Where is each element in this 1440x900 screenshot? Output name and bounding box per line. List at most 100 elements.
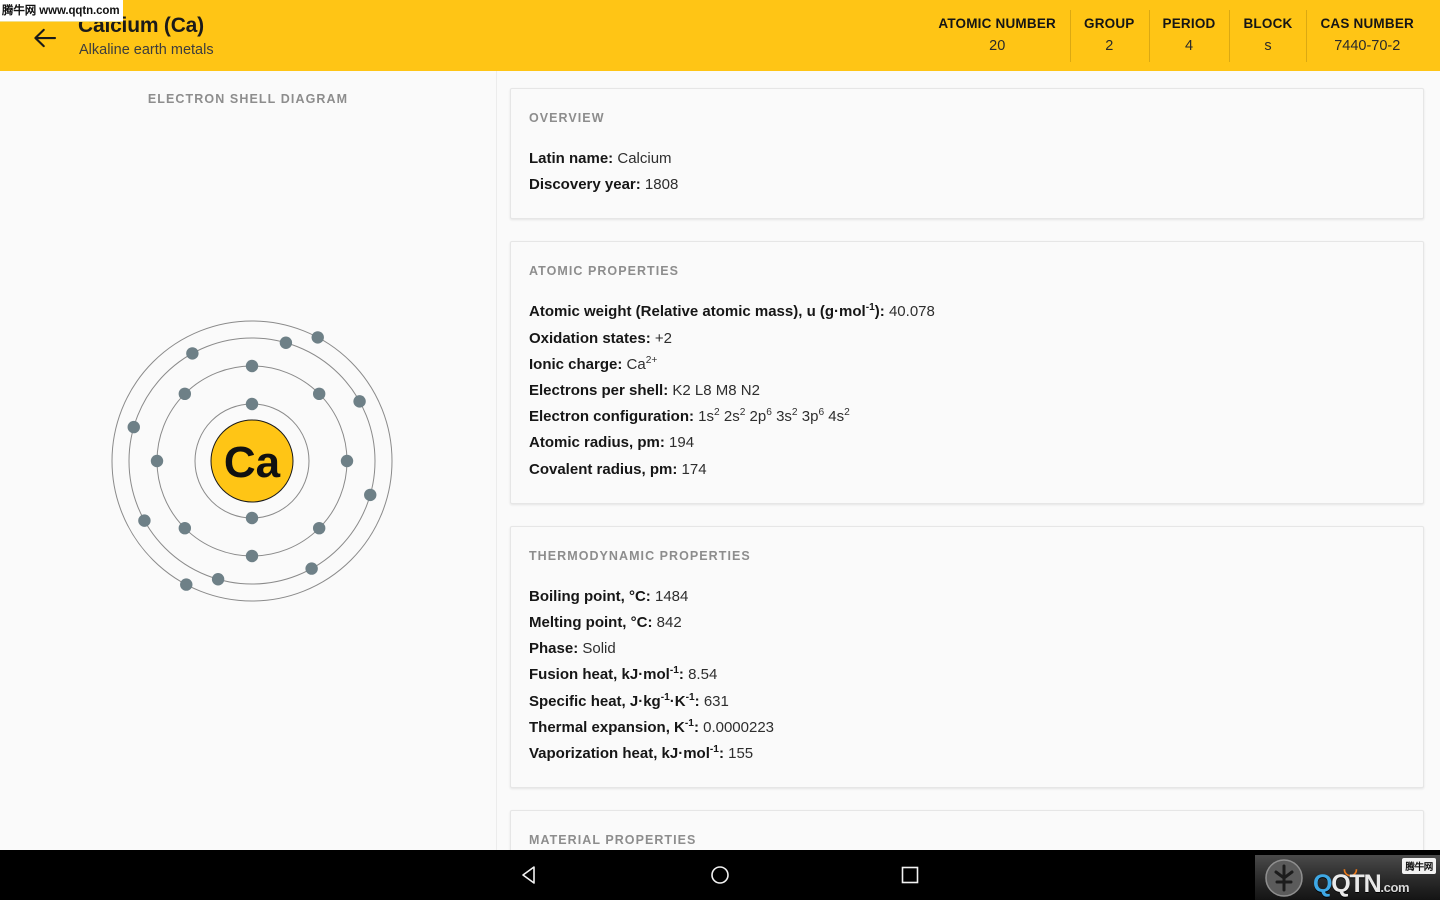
property-value: 1484 xyxy=(651,588,689,605)
stat-label: GROUP xyxy=(1084,14,1135,34)
property-value: Calcium xyxy=(613,150,671,167)
stat-value: 20 xyxy=(938,34,1056,58)
qqtn-bull-logo-icon xyxy=(1261,858,1307,898)
watermark-logo-text: QQTN.com xyxy=(1313,870,1409,899)
property-key: Discovery year: xyxy=(529,176,641,193)
property-value: 842 xyxy=(652,614,681,631)
property-cards: OVERVIEW Latin name: Calcium Discovery yea… xyxy=(498,71,1440,850)
property-row: Covalent radius, pm: 174 xyxy=(529,457,1405,483)
property-key: Atomic radius, pm: xyxy=(529,434,665,451)
electron-dot xyxy=(186,347,198,359)
property-value: 174 xyxy=(677,461,706,478)
electron-dot xyxy=(313,388,325,400)
electron-dot xyxy=(128,421,140,433)
property-key: Electron configuration: xyxy=(529,408,694,425)
stat-label: CAS NUMBER xyxy=(1320,14,1414,34)
stat-label: BLOCK xyxy=(1243,14,1292,34)
nav-home-button[interactable] xyxy=(625,850,815,900)
android-nav-bar xyxy=(0,850,1440,900)
property-value: K2 L8 M8 N2 xyxy=(668,382,760,399)
property-value: Solid xyxy=(578,640,616,657)
property-value: 0.0000223 xyxy=(699,719,774,736)
property-row: Oxidation states: +2 xyxy=(529,326,1405,352)
electron-dot xyxy=(179,388,191,400)
property-key: Vaporization heat, kJ·mol-1: xyxy=(529,745,724,762)
electron-dot xyxy=(138,514,150,526)
stat-label: ATOMIC NUMBER xyxy=(938,14,1056,34)
property-row: Ionic charge: Ca2+ xyxy=(529,352,1405,378)
electron-dot xyxy=(179,522,191,534)
property-row: Phase: Solid xyxy=(529,636,1405,662)
card-atomic-properties: ATOMIC PROPERTIES Atomic weight (Relative… xyxy=(510,241,1424,503)
property-row: Atomic weight (Relative atomic mass), u … xyxy=(529,299,1405,325)
property-key: Melting point, °C: xyxy=(529,614,652,631)
nav-recents-button[interactable] xyxy=(815,850,1005,900)
app-screen: Calcium (Ca) Alkaline earth metals ATOMI… xyxy=(0,0,1440,900)
electron-dot xyxy=(246,512,258,524)
stat-value: 2 xyxy=(1084,34,1135,58)
electron-dot xyxy=(364,489,376,501)
property-value: Ca2+ xyxy=(622,356,657,373)
shell-diagram-panel: ELECTRON SHELL DIAGRAM Ca xyxy=(0,71,497,850)
card-title: ATOMIC PROPERTIES xyxy=(529,264,1405,278)
electron-dot xyxy=(341,455,353,467)
electron-shell-diagram: Ca xyxy=(97,306,407,616)
card-overview: OVERVIEW Latin name: Calcium Discovery yea… xyxy=(510,88,1424,219)
stat-atomic-number: ATOMIC NUMBER20 xyxy=(924,8,1070,64)
property-key: Thermal expansion, K-1: xyxy=(529,719,699,736)
electron-dot xyxy=(313,522,325,534)
watermark-top: 腾牛网 www.qqtn.com xyxy=(0,0,123,22)
property-key: Fusion heat, kJ·mol-1: xyxy=(529,666,684,683)
triangle-back-icon xyxy=(519,864,541,886)
property-value: 40.078 xyxy=(885,303,935,320)
property-value: 8.54 xyxy=(684,666,717,683)
property-key: Covalent radius, pm: xyxy=(529,461,677,478)
property-row: Atomic radius, pm: 194 xyxy=(529,430,1405,456)
property-row: Discovery year: 1808 xyxy=(529,172,1405,198)
properties-panel: OVERVIEW Latin name: Calcium Discovery yea… xyxy=(498,71,1440,850)
watermark-badge: 腾牛网 xyxy=(1402,858,1436,874)
card-title: OVERVIEW xyxy=(529,111,1405,125)
property-row: Specific heat, J·kg-1·K-1: 631 xyxy=(529,689,1405,715)
app-bar: Calcium (Ca) Alkaline earth metals ATOMI… xyxy=(0,0,1440,71)
card-title: MATERIAL PROPERTIES xyxy=(529,833,1405,847)
back-arrow-icon[interactable] xyxy=(30,23,60,53)
circle-home-icon xyxy=(709,864,731,886)
property-value: 155 xyxy=(724,745,753,762)
electron-dot xyxy=(246,550,258,562)
electron-dot xyxy=(180,578,192,590)
property-key: Electrons per shell: xyxy=(529,382,668,399)
property-key: Latin name: xyxy=(529,150,613,167)
electron-dot xyxy=(246,398,258,410)
diagram-label: ELECTRON SHELL DIAGRAM xyxy=(0,92,496,106)
property-row: Vaporization heat, kJ·mol-1: 155 xyxy=(529,741,1405,767)
property-key: Phase: xyxy=(529,640,578,657)
property-key: Boiling point, °C: xyxy=(529,588,651,605)
electron-dot xyxy=(212,573,224,585)
nucleus-symbol: Ca xyxy=(224,438,281,487)
stat-value: s xyxy=(1243,34,1292,58)
property-row: Fusion heat, kJ·mol-1: 8.54 xyxy=(529,662,1405,688)
property-value: +2 xyxy=(651,330,672,347)
stat-label: PERIOD xyxy=(1163,14,1216,34)
electron-dot xyxy=(151,455,163,467)
electron-dot xyxy=(246,360,258,372)
nav-back-button[interactable] xyxy=(435,850,625,900)
electron-dot xyxy=(353,395,365,407)
property-value: 631 xyxy=(700,693,729,710)
watermark-logo: ◡ QQTN.com 腾牛网 xyxy=(1255,855,1440,900)
property-value: 1808 xyxy=(641,176,679,193)
property-key: Specific heat, J·kg-1·K-1: xyxy=(529,693,700,710)
stat-period: PERIOD4 xyxy=(1149,8,1230,64)
property-row: Melting point, °C: 842 xyxy=(529,610,1405,636)
card-title: THERMODYNAMIC PROPERTIES xyxy=(529,549,1405,563)
square-recents-icon xyxy=(899,864,921,886)
property-key: Ionic charge: xyxy=(529,356,622,373)
stat-block: BLOCKs xyxy=(1229,8,1306,64)
property-row: Electrons per shell: K2 L8 M8 N2 xyxy=(529,378,1405,404)
property-row: Boiling point, °C: 1484 xyxy=(529,584,1405,610)
stat-group: GROUP2 xyxy=(1070,8,1149,64)
card-material-properties: MATERIAL PROPERTIESColor: Silver xyxy=(510,810,1424,850)
stat-value: 7440-70-2 xyxy=(1320,34,1414,58)
electron-dot xyxy=(305,562,317,574)
